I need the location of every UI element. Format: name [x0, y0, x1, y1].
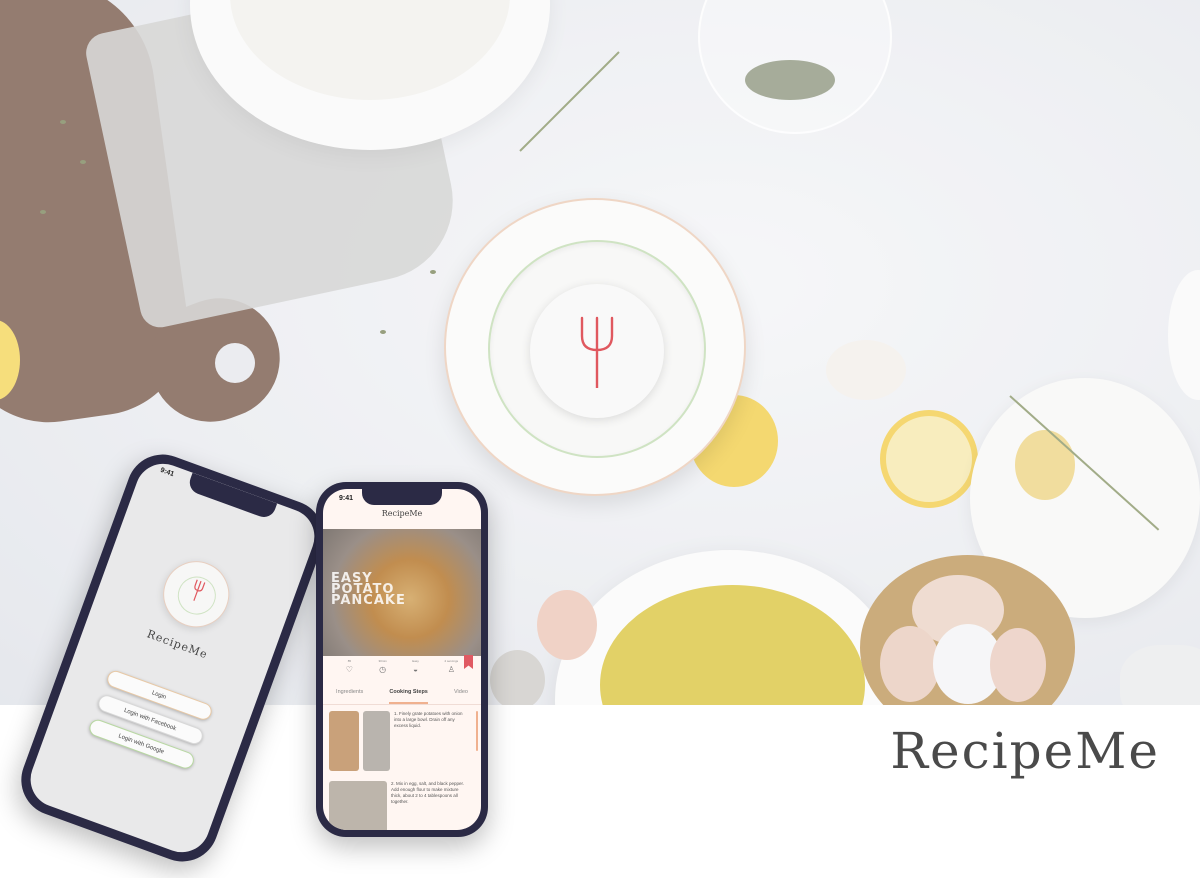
thyme-leaf [80, 160, 86, 164]
egg [912, 575, 1004, 645]
egg [880, 626, 940, 702]
tab-ingredients[interactable]: Ingredients [336, 689, 363, 704]
heart-icon: ♡ [345, 665, 353, 674]
person-icon: ♙ [447, 665, 455, 674]
recipe-screen: 9:41 RecipeMe EASY POTATO PANCAKE 85 ♡ 3… [323, 489, 481, 830]
recipe-title: EASY POTATO PANCAKE [331, 572, 406, 608]
egg-bowl [860, 555, 1075, 705]
logo-plate [444, 198, 746, 496]
info-label: Easy [412, 659, 419, 663]
cooking-step: 2. Mix in egg, salt, and black pepper. A… [323, 781, 481, 830]
step-photo [363, 711, 390, 771]
clock-icon: ◷ [379, 665, 387, 674]
thyme-leaf [60, 120, 66, 124]
step-text: 2. Mix in egg, salt, and black pepper. A… [391, 781, 465, 804]
info-label: 2 servings [444, 659, 459, 663]
info-label: 85 [347, 659, 352, 663]
phone-recipe-mockup: 9:41 RecipeMe EASY POTATO PANCAKE 85 ♡ 3… [316, 482, 488, 837]
cutting-board [0, 0, 200, 434]
lemon-half [880, 410, 978, 508]
logo-inner-plate [530, 284, 664, 418]
pot-icon: ◒ [413, 665, 418, 674]
recipe-info-row: 85 ♡ 30min ◷ Easy ◒ 2 servings ♙ [323, 659, 481, 687]
cutting-board-hole [215, 343, 255, 383]
thyme-leaf [380, 330, 386, 334]
info-servings: 2 servings ♙ [444, 659, 458, 687]
egg [990, 628, 1046, 702]
eggshell [826, 340, 906, 400]
info-label: 30min [378, 659, 387, 663]
glass-bowl [698, 0, 892, 134]
cutting-board-handle [133, 281, 297, 439]
mixing-bowl [555, 550, 905, 705]
lemon [0, 320, 20, 400]
thyme-sprig [1009, 395, 1160, 531]
tab-cooking-steps[interactable]: Cooking Steps [389, 689, 428, 704]
scrollbar[interactable] [476, 711, 478, 751]
info-difficulty: Easy ◒ [412, 659, 419, 687]
cooking-step: 1. Finely grate potatoes with onion into… [323, 711, 481, 771]
herb-pile [745, 60, 835, 100]
thyme-leaf [40, 210, 46, 214]
thyme-sprig [519, 51, 620, 152]
step-text: 1. Finely grate potatoes with onion into… [394, 711, 463, 728]
side-plate [970, 378, 1200, 618]
lemon-zest [1015, 430, 1075, 500]
status-time: 9:41 [159, 466, 175, 479]
fork-icon [580, 316, 614, 388]
egg [933, 624, 1003, 704]
flour-bowl [190, 0, 550, 150]
info-likes[interactable]: 85 ♡ [346, 659, 353, 687]
phone-notch [362, 489, 442, 505]
kitchen-towel [82, 0, 468, 332]
recipe-title-line: PANCAKE [331, 593, 406, 608]
tab-video[interactable]: Video [454, 689, 468, 704]
spoon [490, 650, 545, 705]
recipe-hero-photo: EASY POTATO PANCAKE [323, 529, 481, 656]
recipe-tabs: Ingredients Cooking Steps Video [323, 689, 481, 705]
step-photo [329, 781, 387, 830]
thyme-leaf [430, 270, 436, 274]
cup [1168, 270, 1200, 400]
egg-mixture [600, 585, 865, 705]
status-time: 9:41 [339, 495, 354, 502]
eggshell [537, 590, 597, 660]
brand-wordmark: RecipeMe [890, 722, 1160, 780]
app-header-title: RecipeMe [381, 509, 423, 518]
salt-jar [1120, 645, 1200, 705]
step-photo [329, 711, 359, 771]
info-time: 30min ◷ [379, 659, 387, 687]
